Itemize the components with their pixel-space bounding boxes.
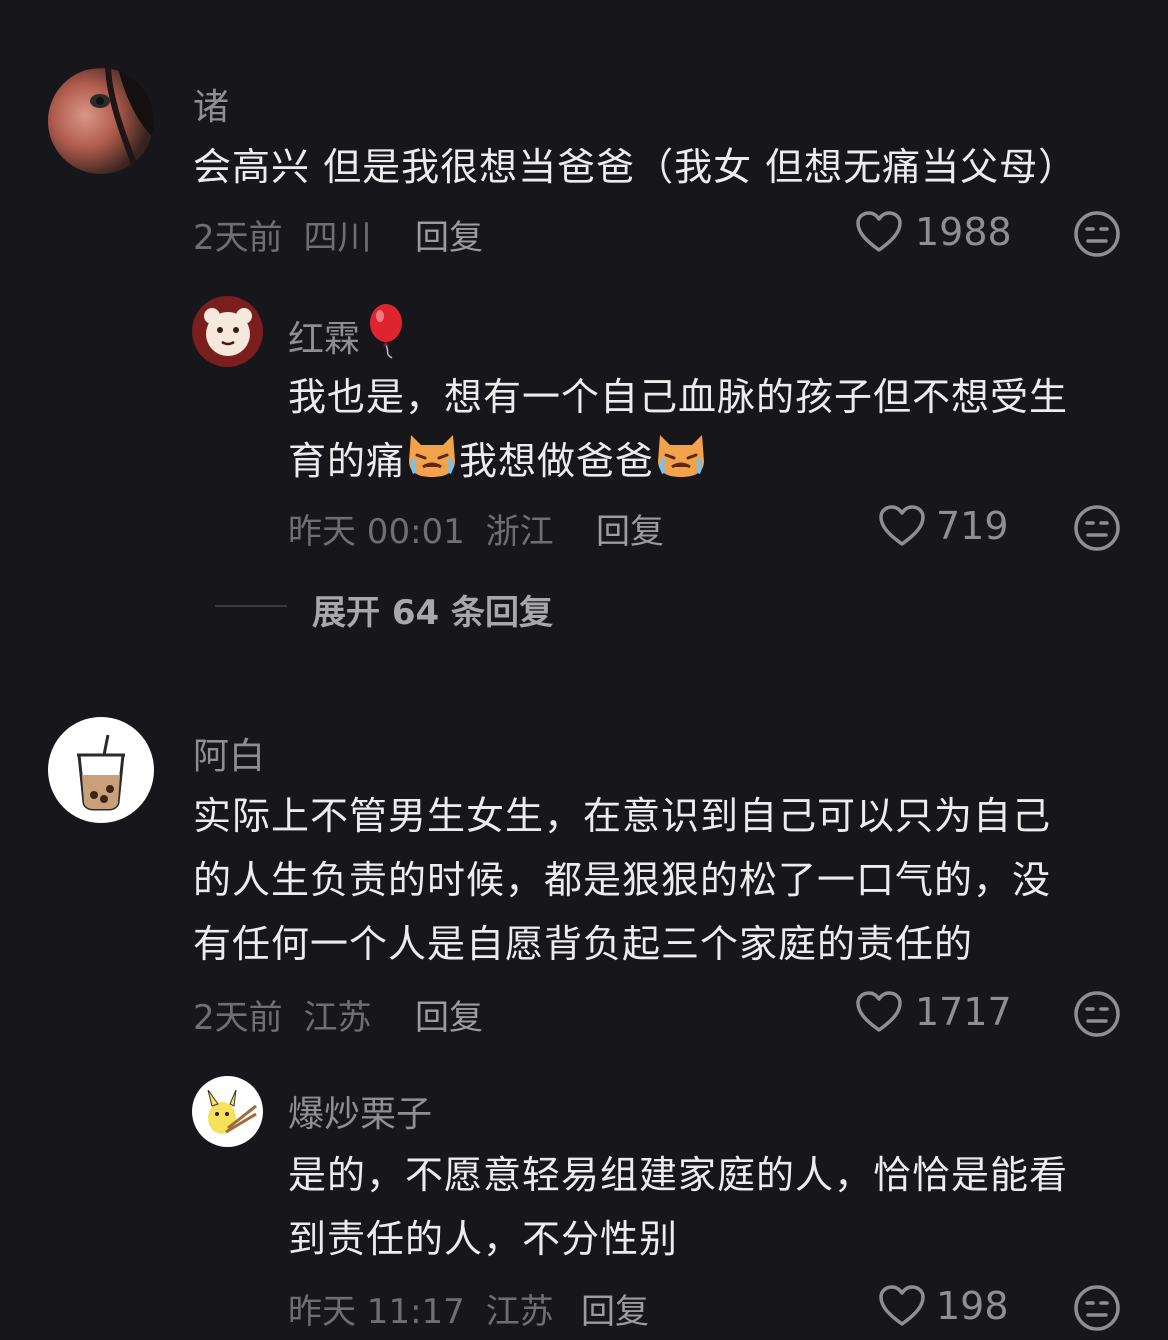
heart-icon [878, 1284, 926, 1328]
like-count: 1988 [915, 210, 1012, 254]
crying-cat-icon [405, 429, 459, 498]
comment-meta: 2天前 四川 [193, 210, 371, 259]
reply-meta: 昨天 00:01 浙江 [288, 504, 554, 553]
dislike-button[interactable] [1073, 990, 1121, 1038]
dislike-button[interactable] [1073, 504, 1121, 552]
avatar[interactable] [48, 717, 154, 823]
like-button[interactable]: 1717 [855, 990, 1012, 1034]
reply-location: 浙江 [485, 512, 554, 552]
balloon-icon [366, 303, 410, 368]
avatar[interactable] [48, 68, 154, 174]
dislike-button[interactable] [1073, 210, 1121, 258]
reply-meta: 昨天 11:17 江苏 [288, 1284, 554, 1333]
comment-location: 四川 [303, 218, 372, 258]
comment-location: 江苏 [303, 998, 372, 1038]
comment-text-line: 的人生负责的时候，都是狠狠的松了一口气的，没 [193, 858, 1052, 902]
like-count: 198 [936, 1284, 1009, 1328]
heart-icon [855, 210, 903, 254]
comment-text-line: 实际上不管男生女生，在意识到自己可以只为自己 [193, 794, 1052, 838]
expand-replies-button[interactable]: 展开 64 条回复 [312, 585, 553, 634]
reply-button[interactable]: 回复 [415, 210, 483, 259]
reply-button[interactable]: 回复 [581, 1284, 649, 1333]
reply-time: 昨天 00:01 [288, 512, 465, 552]
reply-text-line: 到责任的人，不分性别 [288, 1217, 679, 1261]
neutral-face-icon [1073, 1284, 1121, 1332]
like-button[interactable]: 1988 [855, 210, 1012, 254]
neutral-face-icon [1073, 990, 1121, 1038]
like-button[interactable]: 719 [878, 504, 1009, 548]
reply-username[interactable]: 红霖 [288, 303, 410, 368]
comment-meta: 2天前 江苏 [193, 990, 371, 1039]
comment-text: 实际上不管男生女生，在意识到自己可以只为自己 的人生负责的时候，都是狠狠的松了一… [193, 784, 1133, 976]
reply-text: 我也是，想有一个自己血脉的孩子但不想受生 育的痛 我想做爸爸 [288, 365, 1148, 498]
reply-text-line: 我也是，想有一个自己血脉的孩子但不想受生 [288, 375, 1069, 419]
like-count: 719 [936, 504, 1009, 548]
comment-text-line: 有任何一个人是自愿背负起三个家庭的责任的 [193, 922, 974, 966]
reply-username[interactable]: 爆炒栗子 [288, 1085, 432, 1137]
expand-divider [215, 605, 287, 607]
avatar[interactable] [192, 296, 263, 367]
reply-text-line: 是的，不愿意轻易组建家庭的人，恰恰是能看 [288, 1153, 1069, 1197]
like-count: 1717 [915, 990, 1012, 1034]
comment-time: 2天前 [193, 998, 283, 1038]
reply-text-line: 育的痛 我想做爸爸 [288, 429, 1148, 498]
reply-button[interactable]: 回复 [415, 990, 483, 1039]
reply-text: 是的，不愿意轻易组建家庭的人，恰恰是能看 到责任的人，不分性别 [288, 1143, 1148, 1271]
comment-username[interactable]: 诸 [193, 78, 229, 130]
reply-location: 江苏 [485, 1292, 554, 1332]
dislike-button[interactable] [1073, 1284, 1121, 1332]
reply-time: 昨天 11:17 [288, 1292, 465, 1332]
neutral-face-icon [1073, 210, 1121, 258]
neutral-face-icon [1073, 504, 1121, 552]
like-button[interactable]: 198 [878, 1284, 1009, 1328]
crying-cat-icon [654, 429, 708, 498]
comment-text: 会高兴 但是我很想当爸爸（我女 但想无痛当父母） [193, 145, 1078, 189]
heart-icon [878, 504, 926, 548]
avatar[interactable] [192, 1076, 263, 1147]
reply-button[interactable]: 回复 [596, 504, 664, 553]
comment-time: 2天前 [193, 218, 283, 258]
heart-icon [855, 990, 903, 1034]
comment-username[interactable]: 阿白 [193, 727, 265, 779]
